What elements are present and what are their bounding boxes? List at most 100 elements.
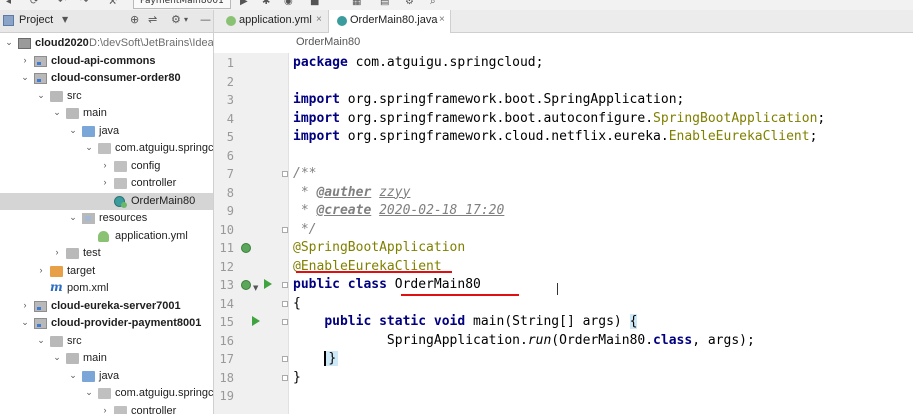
gear-icon[interactable]: ⚙ xyxy=(171,13,181,26)
chevron-right-icon[interactable]: › xyxy=(36,265,46,275)
chevron-down-icon[interactable]: ⌄ xyxy=(20,72,30,83)
package-icon xyxy=(114,178,127,189)
undo-icon[interactable]: ↶ xyxy=(58,0,66,7)
chevron-down-icon[interactable]: ⌄ xyxy=(52,352,62,363)
chevron-down-icon[interactable]: ⌄ xyxy=(36,335,46,346)
build-icon[interactable]: ⚒ xyxy=(108,0,117,7)
settings-icon[interactable]: ⚙ xyxy=(405,0,414,7)
tree-item-label: cloud-provider-payment8001 xyxy=(51,317,202,329)
chevron-down-icon[interactable]: ⌄ xyxy=(68,125,78,136)
tree-item-label: java xyxy=(99,369,120,382)
tree-item[interactable]: › controller xyxy=(0,175,213,193)
spring-bean-icon[interactable] xyxy=(241,280,251,290)
tree-item-label: cloud-api-commons xyxy=(51,54,156,67)
coverage-icon[interactable]: ◉ xyxy=(284,0,293,7)
locate-icon[interactable]: ⊕ xyxy=(130,13,139,26)
tree-item[interactable]: m pom.xml xyxy=(0,280,213,298)
module-icon xyxy=(34,55,47,67)
spring-bean-icon[interactable] xyxy=(241,243,251,253)
chevron-down-icon[interactable]: ⌄ xyxy=(68,212,78,223)
tree-item[interactable]: › controller xyxy=(0,403,213,414)
fold-marker-icon[interactable] xyxy=(282,356,288,362)
code-line-12: @EnableEurekaClient xyxy=(293,258,442,274)
fold-marker-icon[interactable] xyxy=(282,171,288,177)
project-tree: ⌄ cloud2020 D:\devSoft\JetBrains\IdeaP › clo… xyxy=(0,32,213,414)
tree-item[interactable]: ⌄ com.atguigu.springcl xyxy=(0,385,213,403)
line-number: 9 xyxy=(226,204,234,218)
tree-item[interactable]: ⌄ resources xyxy=(0,210,213,228)
tree-item-label: src xyxy=(67,334,82,347)
chevron-down-icon[interactable]: ▾ xyxy=(184,15,188,24)
tab-ordermain80-java[interactable]: OrderMain80.java × xyxy=(328,10,451,33)
tree-item[interactable]: ⌄ com.atguigu.springcl xyxy=(0,140,213,158)
project-view-title[interactable]: Project xyxy=(19,14,53,26)
redo-icon[interactable]: ↷ xyxy=(80,0,88,7)
chevron-down-icon[interactable]: ▼ xyxy=(62,15,68,24)
tree-item[interactable]: › cloud-api-commons xyxy=(0,53,213,71)
line-number: 16 xyxy=(219,333,234,348)
project-structure-icon[interactable]: ▦ xyxy=(352,0,361,7)
sdk-icon[interactable]: ▤ xyxy=(380,0,389,7)
tree-item[interactable]: application.yml xyxy=(0,228,213,246)
fold-marker-icon[interactable] xyxy=(282,300,288,307)
tree-item[interactable]: ⌄ cloud-consumer-order80 xyxy=(0,70,213,88)
project-view-icon xyxy=(3,15,14,26)
run-gutter-icon[interactable] xyxy=(264,279,272,289)
text-caret: } xyxy=(324,351,339,366)
search-everywhere-icon[interactable]: ⌕ xyxy=(430,0,436,7)
debug-icon[interactable]: ✱ xyxy=(262,0,270,7)
tree-item[interactable]: ⌄ cloud2020 D:\devSoft\JetBrains\IdeaP xyxy=(0,35,213,53)
stop-icon[interactable]: ■ xyxy=(310,0,319,7)
code-editor[interactable]: package com.atguigu.springcloud; import … xyxy=(289,53,913,414)
chevron-down-icon[interactable]: ⌄ xyxy=(84,142,94,153)
tree-item[interactable]: OrderMain80 xyxy=(0,192,213,210)
chevron-down-icon[interactable]: ⌄ xyxy=(20,317,30,328)
tree-item[interactable]: › test xyxy=(0,245,213,263)
chevron-down-icon[interactable]: ⌄ xyxy=(68,370,78,381)
chevron-down-icon[interactable]: ▼ xyxy=(253,284,258,292)
tab-application-yml[interactable]: application.yml × xyxy=(218,10,328,32)
run-configuration-select[interactable]: PaymentMain8001 xyxy=(133,0,231,9)
hide-panel-icon[interactable]: — xyxy=(200,13,211,26)
tree-item-label: cloud-consumer-order80 xyxy=(51,72,181,84)
tree-item-label: controller xyxy=(131,177,177,189)
chevron-right-icon[interactable]: › xyxy=(20,300,30,310)
package-icon xyxy=(98,388,111,399)
fold-marker-icon[interactable] xyxy=(282,282,288,288)
tree-item[interactable]: › target xyxy=(0,263,213,281)
run-icon[interactable]: ▶ xyxy=(240,0,248,7)
run-gutter-icon[interactable] xyxy=(252,316,260,326)
package-icon xyxy=(114,160,127,172)
tree-item[interactable]: ⌄ cloud-provider-payment8001 xyxy=(0,315,213,333)
chevron-right-icon[interactable]: › xyxy=(52,247,62,257)
tree-item[interactable]: ⌄ src xyxy=(0,88,213,106)
close-icon[interactable]: × xyxy=(316,14,322,25)
chevron-right-icon[interactable]: › xyxy=(100,177,110,187)
red-underline-annotation xyxy=(296,271,452,273)
tree-item[interactable]: ⌄ java xyxy=(0,368,213,386)
breadcrumb-class[interactable]: OrderMain80 xyxy=(296,36,360,48)
spring-class-icon xyxy=(114,195,127,208)
line-number: 7 xyxy=(226,167,234,181)
tree-item[interactable]: ⌄ java xyxy=(0,123,213,141)
close-icon[interactable]: × xyxy=(439,14,445,25)
tree-item[interactable]: ⌄ src xyxy=(0,333,213,351)
back-icon[interactable]: ◂ xyxy=(6,0,11,7)
tree-item[interactable]: › cloud-eureka-server7001 xyxy=(0,298,213,316)
fold-marker-icon[interactable] xyxy=(282,319,288,325)
fold-marker-icon[interactable] xyxy=(282,226,288,233)
maven-icon: m xyxy=(50,280,63,294)
chevron-down-icon[interactable]: ⌄ xyxy=(36,90,46,101)
tree-item[interactable]: ⌄ main xyxy=(0,105,213,123)
chevron-right-icon[interactable]: › xyxy=(100,160,110,170)
sync-icon[interactable]: ⟳ xyxy=(30,0,38,7)
tree-item[interactable]: ⌄ main xyxy=(0,350,213,368)
chevron-down-icon[interactable]: ⌄ xyxy=(84,387,94,398)
chevron-right-icon[interactable]: › xyxy=(20,55,30,65)
chevron-down-icon[interactable]: ⌄ xyxy=(52,107,62,118)
collapse-all-icon[interactable]: ⇌ xyxy=(148,13,157,26)
tree-item[interactable]: › config xyxy=(0,158,213,176)
chevron-right-icon[interactable]: › xyxy=(100,405,110,414)
fold-marker-icon[interactable] xyxy=(282,374,288,381)
chevron-down-icon[interactable]: ⌄ xyxy=(4,37,14,48)
